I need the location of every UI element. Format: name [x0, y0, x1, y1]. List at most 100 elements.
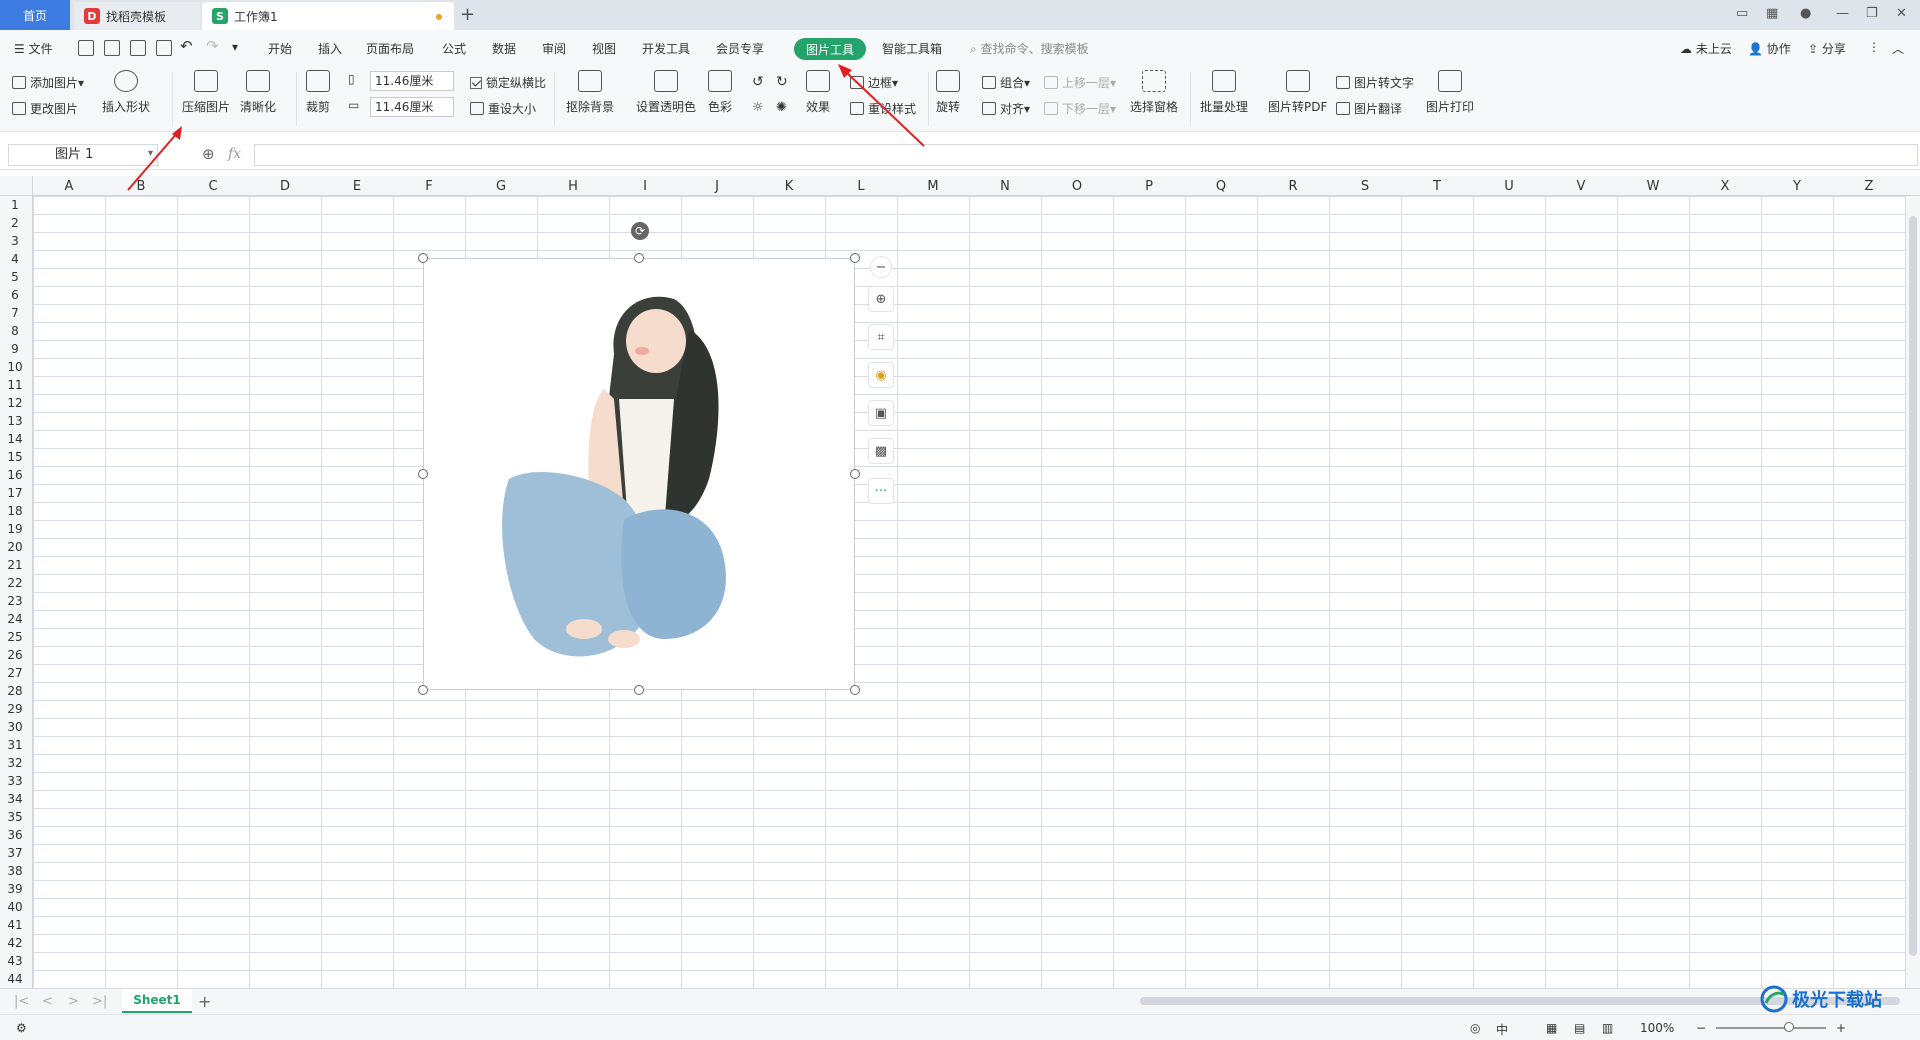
rotate-handle-icon[interactable]: ⟳ [631, 222, 649, 240]
resize-handle-w[interactable] [418, 469, 428, 479]
share-button[interactable]: ⇪ 分享 [1808, 40, 1846, 57]
picture-print-button[interactable]: 图片打印 [1426, 70, 1474, 115]
tab-workbook[interactable]: S 工作簿1 [202, 2, 454, 30]
row-header[interactable]: 27 [0, 666, 30, 680]
minimize-icon[interactable]: — [1836, 6, 1849, 21]
menu-formula[interactable]: 公式 [442, 40, 466, 57]
zoom-slider-thumb[interactable] [1784, 1022, 1794, 1032]
remove-background-button[interactable]: 抠除背景 [566, 70, 614, 115]
function-icon[interactable]: fx [228, 146, 241, 162]
column-header[interactable]: M [897, 179, 969, 194]
group-button[interactable]: 组合 ▾ [982, 74, 1030, 91]
resize-handle-se[interactable] [850, 685, 860, 695]
input-mode[interactable]: 中 [1496, 1021, 1508, 1038]
layout-icon[interactable]: ▭ [1736, 6, 1748, 21]
avatar[interactable]: ● [1800, 6, 1811, 21]
idea-bulb-icon[interactable]: ◉ [868, 362, 894, 388]
send-backward-button[interactable]: 下移一层 ▾ [1044, 100, 1116, 117]
row-header[interactable]: 28 [0, 684, 30, 698]
resize-handle-n[interactable] [634, 253, 644, 263]
name-box[interactable]: 图片 1 [8, 144, 158, 166]
row-header[interactable]: 31 [0, 738, 30, 752]
resize-handle-sw[interactable] [418, 685, 428, 695]
row-header[interactable]: 3 [0, 234, 30, 248]
width-input[interactable]: 11.46厘米 [370, 97, 454, 117]
row-header[interactable]: 40 [0, 900, 30, 914]
row-header[interactable]: 12 [0, 396, 30, 410]
macro-icon[interactable]: ⚙ [16, 1021, 27, 1035]
inserted-picture[interactable] [423, 258, 855, 690]
column-header[interactable]: D [249, 179, 321, 194]
selection-pane-button[interactable]: 选择窗格 [1130, 70, 1178, 115]
column-header[interactable]: U [1473, 179, 1545, 194]
new-tab-button[interactable]: + [460, 4, 475, 25]
row-header[interactable]: 10 [0, 360, 30, 374]
row-header[interactable]: 35 [0, 810, 30, 824]
column-header[interactable]: L [825, 179, 897, 194]
column-header[interactable]: V [1545, 179, 1617, 194]
row-header[interactable]: 19 [0, 522, 30, 536]
sheet-tab-sheet1[interactable]: Sheet1 [122, 989, 192, 1013]
column-header[interactable]: X [1689, 179, 1761, 194]
column-header[interactable]: Y [1761, 179, 1833, 194]
grid-apps-icon[interactable]: ▦ [1766, 6, 1778, 21]
add-sheet-button[interactable]: + [198, 992, 211, 1011]
cloud-status-button[interactable]: ☁ 未上云 [1680, 40, 1732, 57]
column-header[interactable]: I [609, 179, 681, 194]
menu-view[interactable]: 视图 [592, 40, 616, 57]
sharpen-button[interactable]: 清晰化 [240, 70, 276, 115]
picture-to-text-float-icon[interactable]: ▣ [868, 400, 894, 426]
zoom-in-icon[interactable]: + [1836, 1021, 1846, 1035]
column-header[interactable]: P [1113, 179, 1185, 194]
first-sheet-icon[interactable]: |< [14, 994, 29, 1009]
remove-background-float-icon[interactable]: ▩ [868, 438, 894, 464]
row-header[interactable]: 4 [0, 252, 30, 266]
column-header[interactable]: J [681, 179, 753, 194]
collapse-ribbon-icon[interactable]: ︿ [1892, 40, 1904, 57]
row-header[interactable]: 1 [0, 198, 30, 212]
print-preview-icon[interactable] [156, 40, 172, 56]
export-icon[interactable] [104, 40, 120, 56]
row-header[interactable]: 30 [0, 720, 30, 734]
row-header[interactable]: 20 [0, 540, 30, 554]
next-sheet-icon[interactable]: > [68, 994, 79, 1009]
quick-access-dropdown-icon[interactable]: ▾ [232, 40, 238, 54]
file-menu[interactable]: ☰ 文件 [14, 40, 53, 57]
menu-smart-toolbox[interactable]: 智能工具箱 [882, 40, 942, 57]
row-header[interactable]: 21 [0, 558, 30, 572]
menu-data[interactable]: 数据 [492, 40, 516, 57]
row-header[interactable]: 24 [0, 612, 30, 626]
close-icon[interactable]: ✕ [1896, 6, 1907, 21]
column-header[interactable]: S [1329, 179, 1401, 194]
column-header[interactable]: F [393, 179, 465, 194]
add-picture-button[interactable]: 添加图片 ▾ [12, 74, 84, 91]
insert-shape-button[interactable]: 插入形状 [102, 70, 150, 115]
row-header[interactable]: 17 [0, 486, 30, 500]
row-header[interactable]: 29 [0, 702, 30, 716]
column-header[interactable]: Q [1185, 179, 1257, 194]
row-header[interactable]: 36 [0, 828, 30, 842]
reset-style-button[interactable]: 重设样式 [850, 100, 916, 117]
restore-icon[interactable]: ❐ [1866, 6, 1878, 21]
zoom-slider[interactable] [1716, 1027, 1826, 1029]
picture-to-pdf-button[interactable]: 图片转PDF [1268, 70, 1327, 115]
row-header[interactable]: 38 [0, 864, 30, 878]
picture-translate-button[interactable]: 图片翻译 [1336, 100, 1402, 117]
page-layout-view-icon[interactable]: ▤ [1574, 1021, 1585, 1035]
zoom-level[interactable]: 100% [1640, 1021, 1674, 1035]
menu-page-layout[interactable]: 页面布局 [366, 40, 414, 57]
contrast-icon[interactable]: ✺ [776, 100, 787, 115]
tab-home[interactable]: 首页 [0, 0, 70, 30]
height-input[interactable]: 11.46厘米 [370, 71, 454, 91]
resize-handle-e[interactable] [850, 469, 860, 479]
column-header[interactable]: G [465, 179, 537, 194]
column-header[interactable]: A [33, 179, 105, 194]
command-search[interactable]: ⌕ 查找命令、搜索模板 [970, 40, 1089, 57]
row-header[interactable]: 44 [0, 972, 30, 986]
column-header[interactable]: T [1401, 179, 1473, 194]
align-button[interactable]: 对齐 ▾ [982, 100, 1030, 117]
border-button[interactable]: 边框 ▾ [850, 74, 898, 91]
crop-button[interactable]: 裁剪 [306, 70, 330, 115]
row-header[interactable]: 23 [0, 594, 30, 608]
more-icon[interactable]: ⋮ [1868, 40, 1880, 54]
